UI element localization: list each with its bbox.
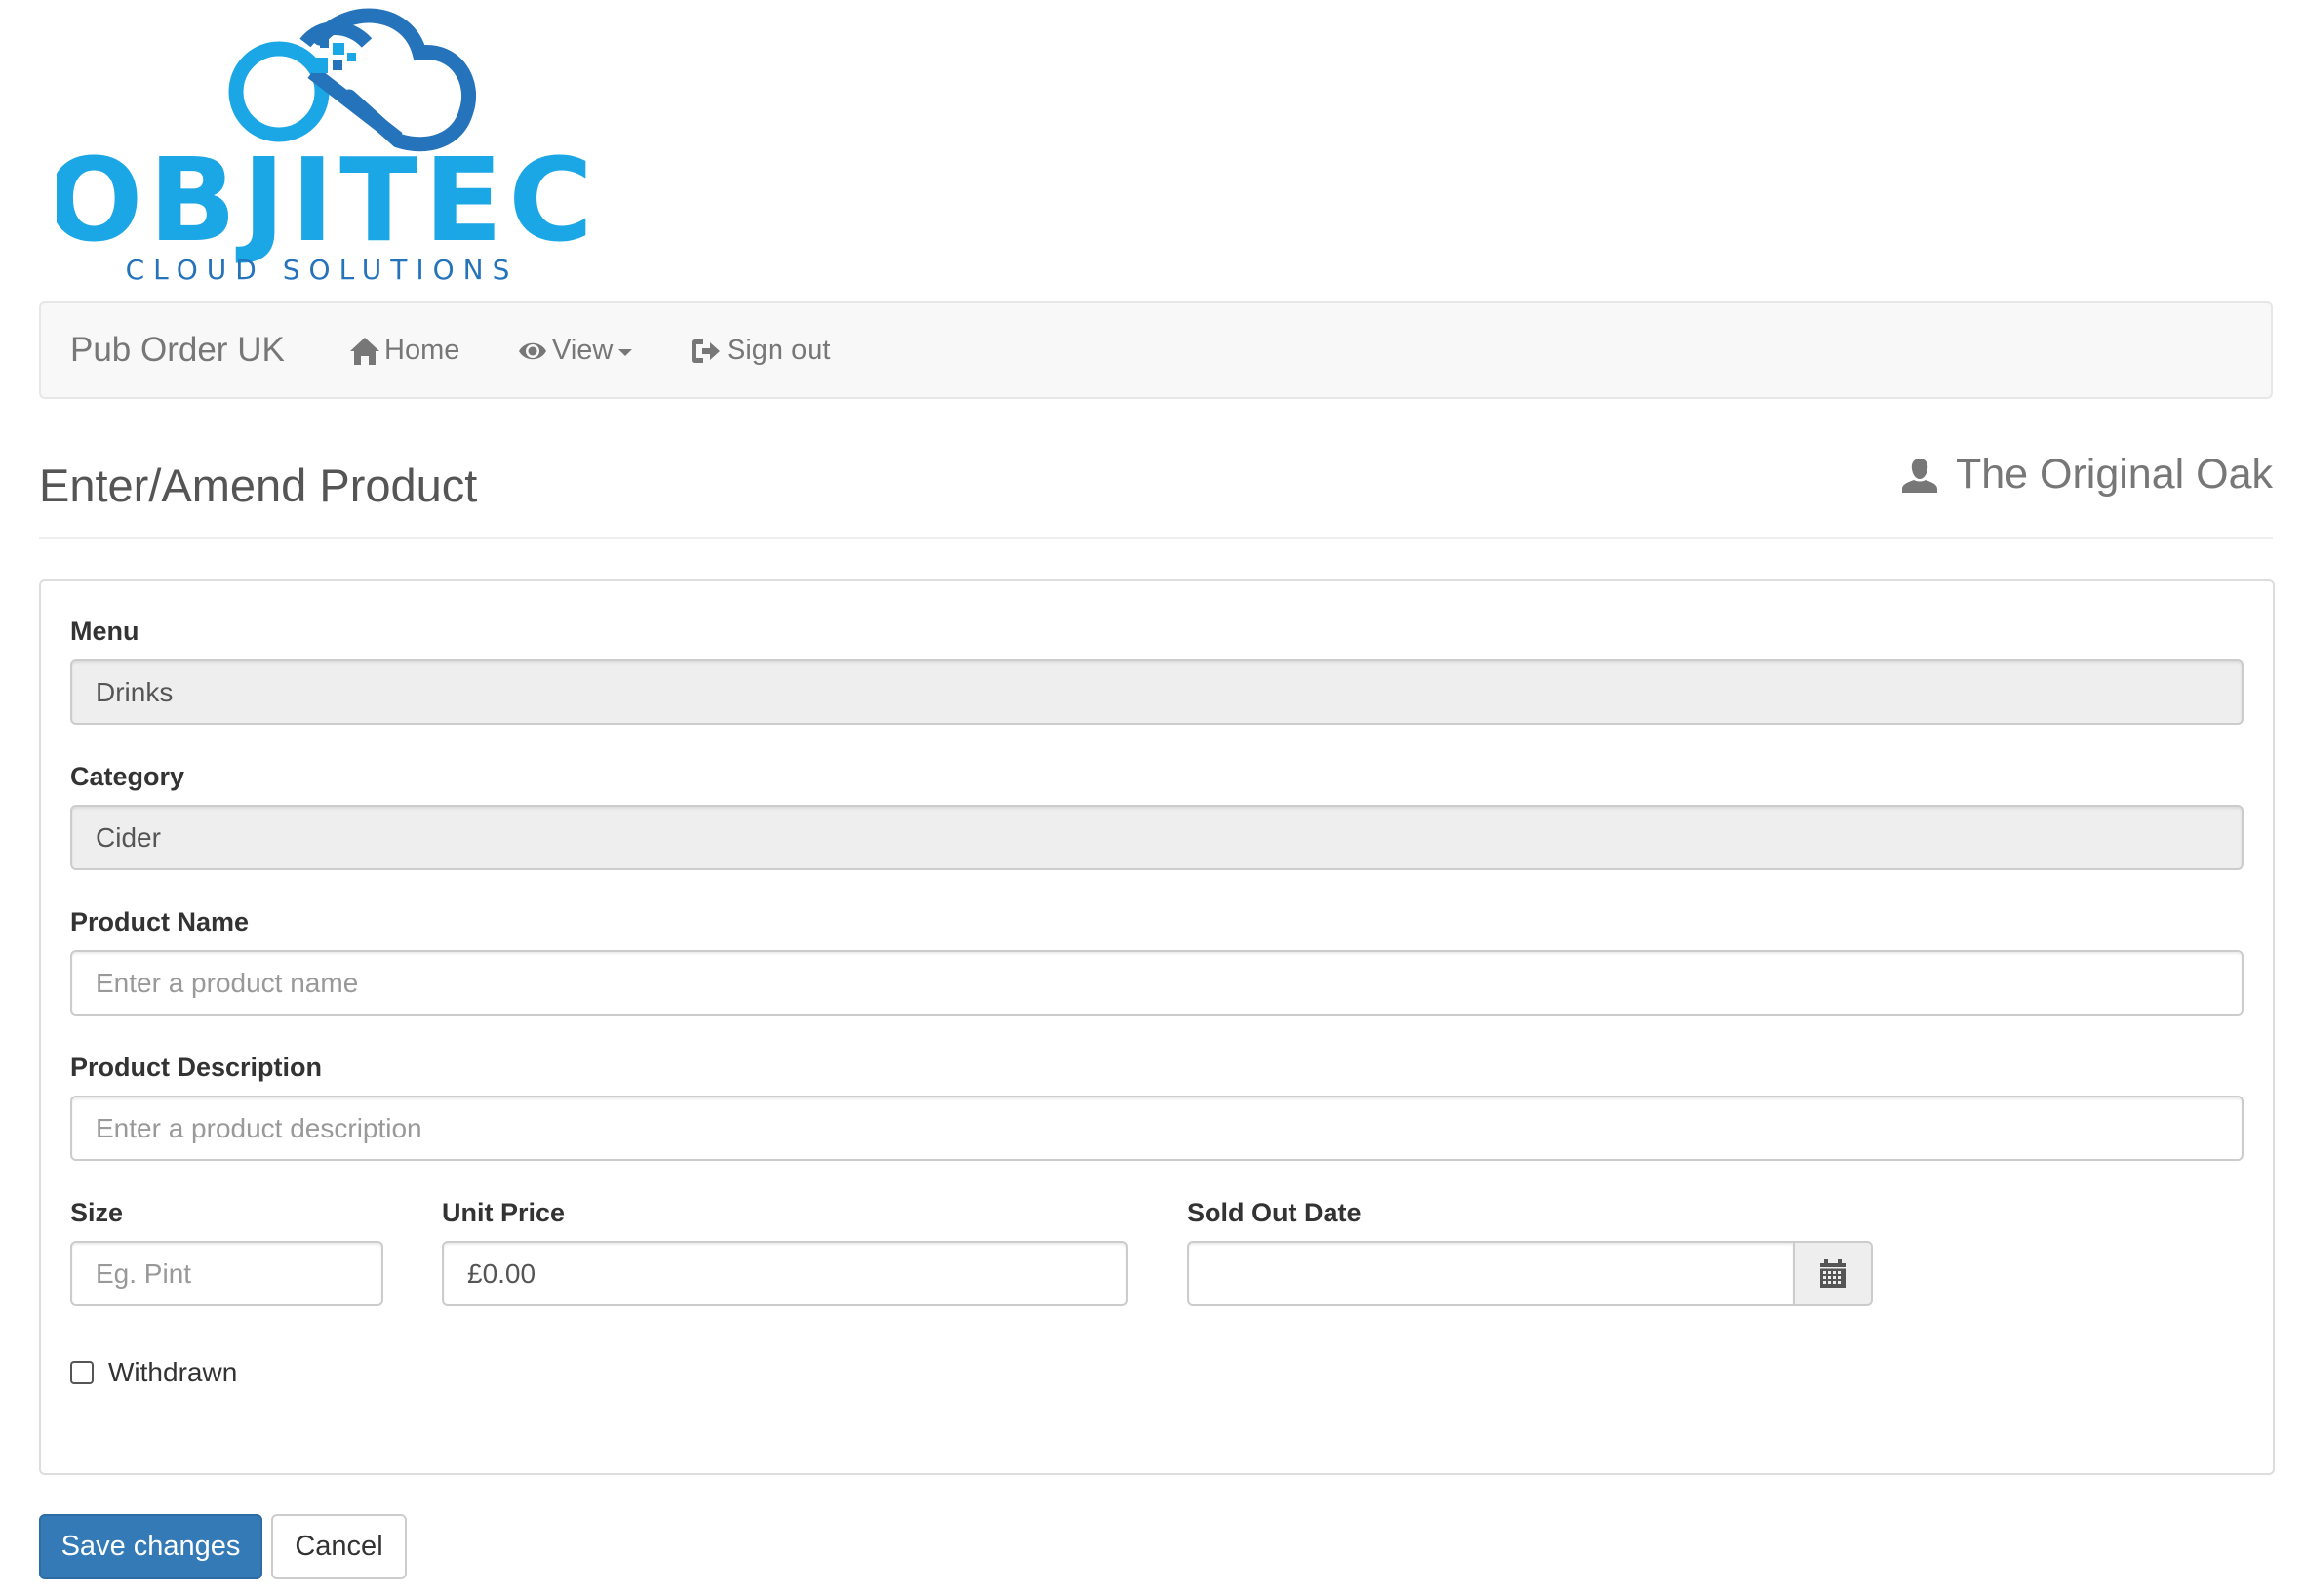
date-picker-button[interactable] <box>1795 1241 1873 1306</box>
eye-icon <box>519 342 546 359</box>
objitec-logo-icon: OBJITEC CLOUD SOLUTIONS <box>45 8 593 286</box>
size-input[interactable] <box>70 1241 383 1306</box>
current-user: The Original Oak <box>1901 451 2273 499</box>
company-logo: OBJITEC CLOUD SOLUTIONS <box>45 4 593 287</box>
nav-sign-out-label: Sign out <box>727 335 831 366</box>
caret-down-icon <box>618 349 633 356</box>
nav-sign-out[interactable]: Sign out <box>690 335 830 367</box>
product-name-input[interactable] <box>70 950 2244 1016</box>
menu-label: Menu <box>70 617 139 646</box>
product-description-label: Product Description <box>70 1053 323 1082</box>
unit-price-input[interactable] <box>442 1241 1128 1306</box>
page-title: Enter/Amend Product <box>39 459 478 511</box>
user-icon <box>1901 458 1937 493</box>
nav-home[interactable]: Home <box>349 335 459 367</box>
page-header: Enter/Amend Product The Original Oak <box>39 451 2273 539</box>
category-label: Category <box>70 762 185 791</box>
calendar-icon <box>1820 1258 1846 1288</box>
navbar-brand[interactable]: Pub Order UK <box>70 331 285 370</box>
product-description-input[interactable] <box>70 1096 2244 1161</box>
menu-field[interactable] <box>70 659 2244 725</box>
size-label: Size <box>70 1198 124 1227</box>
sold-out-date-input[interactable] <box>1187 1241 1795 1306</box>
logo-wordmark: OBJITEC <box>57 133 589 267</box>
home-icon <box>350 337 379 365</box>
nav-view-label: View <box>552 335 614 366</box>
withdrawn-checkbox-row[interactable]: Withdrawn <box>70 1357 237 1388</box>
user-name: The Original Oak <box>1955 451 2273 498</box>
withdrawn-checkbox[interactable] <box>70 1361 94 1384</box>
save-changes-button[interactable]: Save changes <box>39 1514 262 1579</box>
product-name-label: Product Name <box>70 907 250 937</box>
withdrawn-label: Withdrawn <box>108 1357 238 1387</box>
sold-out-date-label: Sold Out Date <box>1187 1198 1362 1227</box>
nav-view-dropdown[interactable]: View <box>517 335 633 367</box>
cancel-button[interactable]: Cancel <box>271 1514 407 1579</box>
category-field[interactable] <box>70 805 2244 870</box>
nav-home-label: Home <box>384 335 460 366</box>
navbar: Pub Order UK Home View Sign out <box>39 301 2273 399</box>
product-form-panel: Menu Category Product Name Product Descr… <box>39 579 2275 1475</box>
log-out-icon <box>692 339 720 363</box>
logo-tagline: CLOUD SOLUTIONS <box>126 254 519 286</box>
unit-price-label: Unit Price <box>442 1198 566 1227</box>
